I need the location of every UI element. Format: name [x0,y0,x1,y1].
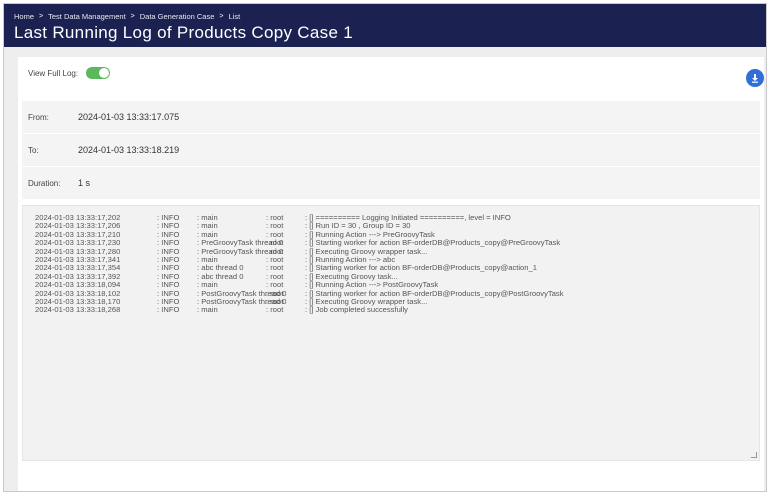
page-title: Last Running Log of Products Copy Case 1 [14,23,353,42]
log-level: : INFO [157,280,180,290]
breadcrumb-separator: > [39,13,44,20]
log-message: : [] Running Action ---> PostGroovyTask [305,280,439,290]
toggle-knob [99,68,109,78]
breadcrumb-home[interactable]: Home [14,12,34,21]
download-button[interactable] [746,69,764,87]
to-label: To: [28,146,39,155]
duration-row: Duration: 1 s [22,167,760,199]
breadcrumb-separator: > [130,13,135,20]
duration-value: 1 s [78,178,91,188]
log-timestamp: 2024-01-03 13:33:18,094 [35,280,121,290]
from-value: 2024-01-03 13:33:17.075 [78,112,180,122]
log-user: : root [266,305,284,315]
download-icon [752,74,758,83]
view-full-log-toggle[interactable] [86,67,110,79]
log-level: : INFO [157,238,180,248]
breadcrumb-list[interactable]: List [228,12,240,21]
log-toolbar: View Full Log: [18,57,764,95]
resize-grip-icon[interactable] [751,452,757,458]
log-level: : INFO [157,305,180,315]
log-message: : [] Job completed successfully [305,305,408,315]
log-timestamp: 2024-01-03 13:33:17,230 [35,238,121,248]
app-frame: Home > Test Data Management > Data Gener… [3,3,767,492]
from-label: From: [28,113,49,122]
to-value: 2024-01-03 13:33:18.219 [78,145,180,155]
to-row: To: 2024-01-03 13:33:18.219 [22,134,760,166]
breadcrumb-test-data-management[interactable]: Test Data Management [48,12,126,21]
log-panel: From: 2024-01-03 13:33:17.075 To: 2024-0… [18,95,764,491]
log-textarea[interactable]: 2024-01-03 13:33:17,202: INFO: main: roo… [22,205,760,461]
from-row: From: 2024-01-03 13:33:17.075 [22,101,760,133]
view-full-log-label: View Full Log: [28,69,79,78]
breadcrumb-separator: > [219,13,224,20]
log-thread: : main [197,305,218,315]
log-timestamp: 2024-01-03 13:33:18,268 [35,305,121,315]
log-user: : root [266,280,284,290]
log-user: : root [266,238,284,248]
breadcrumb: Home > Test Data Management > Data Gener… [14,12,240,21]
page-header: Home > Test Data Management > Data Gener… [4,4,766,47]
breadcrumb-data-generation-case[interactable]: Data Generation Case [140,12,215,21]
log-message: : [] Starting worker for action BF-order… [305,238,561,248]
duration-label: Duration: [28,179,61,188]
log-thread: : main [197,280,218,290]
